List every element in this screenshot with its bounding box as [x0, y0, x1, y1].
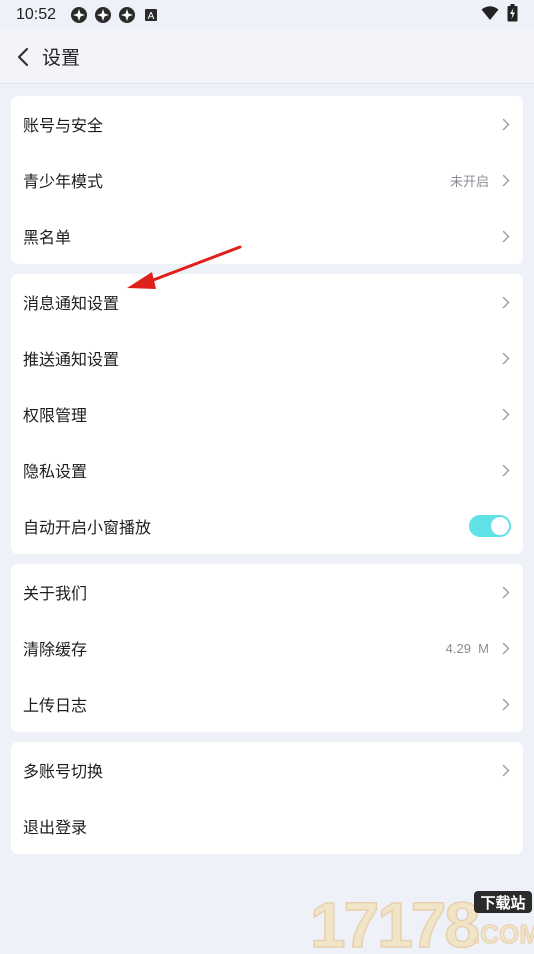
settings-item-permissions[interactable]: 权限管理	[11, 386, 523, 442]
auto-mini-window-toggle[interactable]	[469, 515, 511, 537]
chevron-right-icon	[501, 697, 511, 711]
settings-item-label: 自动开启小窗播放	[23, 518, 152, 537]
settings-item-switch-account[interactable]: 多账号切换	[11, 742, 523, 798]
settings-item-account-security[interactable]: 账号与安全	[11, 96, 523, 152]
watermark-logo: 17178 下载站 .COM	[309, 885, 534, 954]
settings-group-accounts: 多账号切换 退出登录	[11, 742, 523, 854]
chevron-right-icon	[501, 763, 511, 777]
settings-item-label: 清除缓存	[23, 640, 88, 659]
chevron-right-icon	[501, 351, 511, 365]
app-notification-icon	[94, 6, 112, 24]
chevron-right-icon	[501, 173, 511, 187]
settings-item-label: 消息通知设置	[23, 294, 120, 313]
settings-item-label: 黑名单	[23, 228, 72, 247]
app-notification-icon	[70, 6, 88, 24]
chevron-right-icon	[501, 407, 511, 421]
svg-text:17178: 17178	[310, 889, 478, 950]
back-button[interactable]	[12, 46, 34, 68]
settings-item-auto-mini-window: 自动开启小窗播放	[11, 498, 523, 554]
svg-text:A: A	[148, 11, 155, 22]
settings-item-label: 权限管理	[23, 406, 88, 425]
settings-group-about: 关于我们 清除缓存 4.29 M 上传日志	[11, 564, 523, 732]
settings-item-logout[interactable]: 退出登录	[11, 798, 523, 854]
settings-item-privacy[interactable]: 隐私设置	[11, 442, 523, 498]
settings-item-label: 账号与安全	[23, 116, 104, 135]
settings-item-upload-log[interactable]: 上传日志	[11, 676, 523, 732]
page-title: 设置	[42, 47, 81, 69]
settings-item-label: 隐私设置	[23, 462, 88, 481]
settings-group-account: 账号与安全 青少年模式 未开启 黑名单	[11, 96, 523, 264]
chevron-right-icon	[501, 463, 511, 477]
settings-item-label: 青少年模式	[23, 172, 104, 191]
chevron-right-icon	[501, 585, 511, 599]
chevron-right-icon	[501, 641, 511, 655]
chevron-right-icon	[501, 117, 511, 131]
header: 设置	[0, 30, 534, 84]
youth-mode-status: 未开启	[449, 173, 489, 189]
chevron-right-icon	[501, 229, 511, 243]
settings-item-label: 推送通知设置	[23, 350, 120, 369]
settings-item-label: 关于我们	[23, 584, 88, 603]
settings-item-push-notification[interactable]: 推送通知设置	[11, 330, 523, 386]
a-badge-icon: A	[142, 6, 160, 24]
settings-item-label: 退出登录	[23, 818, 88, 837]
settings-item-blacklist[interactable]: 黑名单	[11, 208, 523, 264]
chevron-right-icon	[501, 295, 511, 309]
settings-group-notifications: 消息通知设置 推送通知设置 权限管理 隐私设置 自动开启小窗播放	[11, 274, 523, 554]
settings-item-about-us[interactable]: 关于我们	[11, 564, 523, 620]
status-bar: 10:52 A	[0, 0, 534, 30]
settings-item-label: 多账号切换	[23, 762, 104, 781]
svg-text:.COM: .COM	[473, 919, 534, 949]
settings-item-message-notification[interactable]: 消息通知设置	[11, 274, 523, 330]
wifi-icon	[481, 5, 499, 25]
settings-item-youth-mode[interactable]: 青少年模式 未开启	[11, 152, 523, 208]
cache-size: 4.29 M	[445, 640, 489, 656]
settings-item-label: 上传日志	[23, 696, 88, 715]
toggle-knob	[491, 517, 509, 535]
battery-charging-icon	[507, 4, 518, 26]
chevron-left-icon	[17, 47, 29, 66]
settings-item-clear-cache[interactable]: 清除缓存 4.29 M	[11, 620, 523, 676]
app-notification-icon	[118, 6, 136, 24]
svg-text:下载站: 下载站	[480, 894, 525, 912]
status-time: 10:52	[16, 6, 57, 23]
